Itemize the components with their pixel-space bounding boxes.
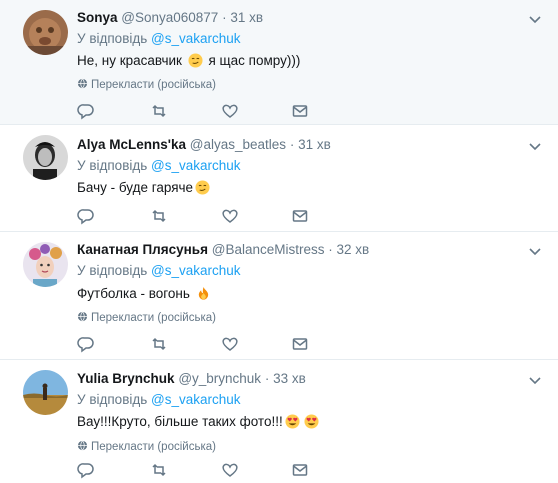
translate-label: Перекласти (російська) bbox=[91, 312, 216, 324]
globe-icon bbox=[77, 311, 88, 322]
separator-dot: · bbox=[222, 10, 227, 25]
separator-dot: · bbox=[264, 371, 270, 386]
author-name[interactable]: Alya McLenns'ka bbox=[77, 137, 186, 152]
tweet-text: Бачу - буде гаряче bbox=[77, 179, 212, 196]
tweet-text-part: Вау!!!Круто, більше таких фото!!! bbox=[77, 414, 283, 429]
tweet-text: Не, ну красавчик я щас помру))) bbox=[77, 52, 300, 69]
avatar[interactable] bbox=[23, 10, 68, 55]
mention-link[interactable]: @s_vakarchuk bbox=[151, 31, 241, 46]
timestamp[interactable]: 33 хв bbox=[273, 371, 306, 386]
tweet-header: Sonya @Sonya060877 · 31 хв bbox=[77, 10, 263, 26]
heart-eyes-icon bbox=[304, 414, 319, 429]
heart-eyes-icon bbox=[285, 414, 300, 429]
reply-context: У відповідь @s_vakarchuk bbox=[77, 263, 241, 279]
chevron-down-icon[interactable] bbox=[528, 12, 542, 24]
avatar-image bbox=[23, 135, 68, 180]
like-icon[interactable] bbox=[221, 335, 239, 353]
message-icon[interactable] bbox=[291, 461, 309, 479]
tweet-text-part: Не, ну красавчик bbox=[77, 53, 186, 68]
like-icon[interactable] bbox=[221, 102, 239, 120]
tweet-text: Вау!!!Круто, більше таких фото!!! bbox=[77, 413, 321, 430]
translate-link[interactable]: Перекласти (російська) bbox=[77, 311, 216, 325]
tweet-header: Канатная Плясунья @BalanceMistress · 32 … bbox=[77, 242, 369, 258]
tweet-text-part: Футболка - вогонь bbox=[77, 286, 194, 301]
fire-icon bbox=[198, 286, 208, 300]
separator-dot: · bbox=[289, 137, 295, 152]
mention-link[interactable]: @s_vakarchuk bbox=[151, 263, 241, 278]
avatar-image bbox=[23, 10, 68, 55]
reply-icon[interactable] bbox=[77, 207, 95, 225]
author-handle[interactable]: @y_brynchuk bbox=[178, 371, 261, 386]
tweet-actions bbox=[77, 102, 337, 120]
tweet-actions bbox=[77, 335, 337, 353]
reply-prefix: У відповідь bbox=[77, 158, 148, 173]
avatar-image bbox=[23, 370, 68, 415]
smirk-face-icon bbox=[188, 53, 203, 68]
tweet-item[interactable]: Канатная Плясунья @BalanceMistress · 32 … bbox=[0, 232, 558, 360]
chevron-down-icon[interactable] bbox=[528, 139, 542, 151]
translate-link[interactable]: Перекласти (російська) bbox=[77, 440, 216, 454]
tweet-actions bbox=[77, 461, 337, 479]
reply-prefix: У відповідь bbox=[77, 31, 148, 46]
author-handle[interactable]: @BalanceMistress bbox=[212, 242, 325, 257]
avatar[interactable] bbox=[23, 135, 68, 180]
translate-link[interactable]: Перекласти (російська) bbox=[77, 78, 216, 92]
reply-prefix: У відповідь bbox=[77, 263, 148, 278]
tweet-header: Yulia Brynchuk @y_brynchuk · 33 хв bbox=[77, 371, 306, 387]
translate-label: Перекласти (російська) bbox=[91, 441, 216, 453]
avatar[interactable] bbox=[23, 242, 68, 287]
chevron-down-icon[interactable] bbox=[528, 244, 542, 256]
reply-icon[interactable] bbox=[77, 461, 95, 479]
timestamp[interactable]: 32 хв bbox=[337, 242, 370, 257]
tweet-text-part: я щас помру))) bbox=[204, 53, 301, 68]
retweet-icon[interactable] bbox=[150, 207, 168, 225]
tweet-item[interactable]: Sonya @Sonya060877 · 31 хв У відповідь @… bbox=[0, 0, 558, 125]
like-icon[interactable] bbox=[221, 207, 239, 225]
retweet-icon[interactable] bbox=[150, 102, 168, 120]
like-icon[interactable] bbox=[221, 461, 239, 479]
reply-icon[interactable] bbox=[77, 335, 95, 353]
tweet-actions bbox=[77, 207, 337, 225]
chevron-down-icon[interactable] bbox=[528, 373, 542, 385]
author-handle[interactable]: @alyas_beatles bbox=[190, 137, 286, 152]
author-name[interactable]: Канатная Плясунья bbox=[77, 242, 208, 257]
tweet-feed: Sonya @Sonya060877 · 31 хв У відповідь @… bbox=[0, 0, 558, 483]
tweet-item[interactable]: Alya McLenns'ka @alyas_beatles · 31 хв У… bbox=[0, 125, 558, 232]
mention-link[interactable]: @s_vakarchuk bbox=[151, 392, 241, 407]
mention-link[interactable]: @s_vakarchuk bbox=[151, 158, 241, 173]
timestamp[interactable]: 31 хв bbox=[230, 10, 263, 25]
message-icon[interactable] bbox=[291, 207, 309, 225]
separator-dot: · bbox=[328, 242, 333, 257]
translate-label: Перекласти (російська) bbox=[91, 79, 216, 91]
tweet-text-part: Бачу - буде гаряче bbox=[77, 180, 194, 195]
retweet-icon[interactable] bbox=[150, 461, 168, 479]
smirk-face-icon bbox=[195, 180, 210, 195]
message-icon[interactable] bbox=[291, 102, 309, 120]
author-name[interactable]: Yulia Brynchuk bbox=[77, 371, 175, 386]
reply-icon[interactable] bbox=[77, 102, 95, 120]
globe-icon bbox=[77, 78, 88, 89]
reply-context: У відповідь @s_vakarchuk bbox=[77, 158, 241, 174]
tweet-item[interactable]: Yulia Brynchuk @y_brynchuk · 33 хв У від… bbox=[0, 360, 558, 483]
reply-context: У відповідь @s_vakarchuk bbox=[77, 392, 241, 408]
globe-icon bbox=[77, 440, 88, 451]
reply-prefix: У відповідь bbox=[77, 392, 148, 407]
tweet-header: Alya McLenns'ka @alyas_beatles · 31 хв bbox=[77, 137, 331, 153]
retweet-icon[interactable] bbox=[150, 335, 168, 353]
timestamp[interactable]: 31 хв bbox=[298, 137, 331, 152]
message-icon[interactable] bbox=[291, 335, 309, 353]
tweet-text: Футболка - вогонь bbox=[77, 285, 213, 302]
author-name[interactable]: Sonya bbox=[77, 10, 118, 25]
avatar[interactable] bbox=[23, 370, 68, 415]
reply-context: У відповідь @s_vakarchuk bbox=[77, 31, 241, 47]
avatar-image bbox=[23, 242, 68, 287]
author-handle[interactable]: @Sonya060877 bbox=[121, 10, 218, 25]
